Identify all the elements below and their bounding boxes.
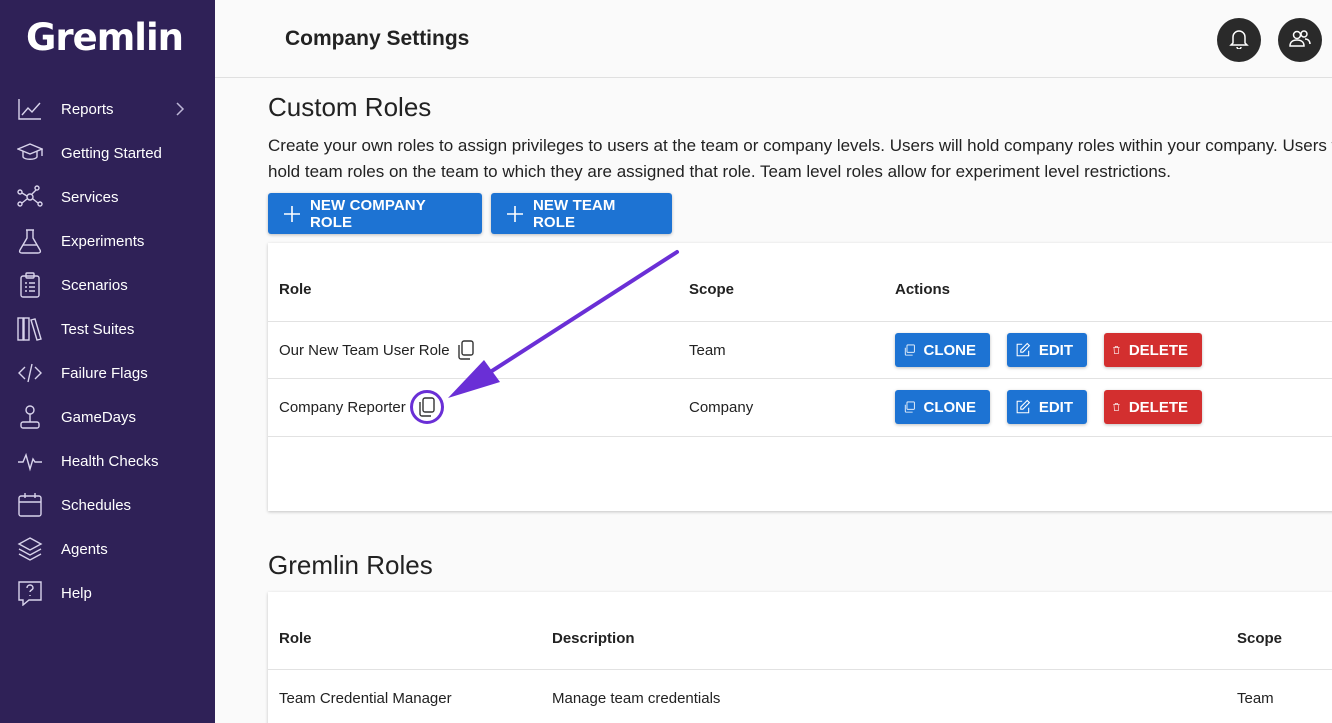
role-name: Company Reporter	[279, 399, 406, 416]
delete-label: DELETE	[1128, 341, 1188, 359]
sidebar-item-label: Agents	[61, 540, 108, 558]
user-account-button[interactable]	[1278, 18, 1322, 62]
sidebar-item-getting-started[interactable]: Getting Started	[0, 131, 215, 175]
code-icon	[16, 359, 44, 387]
custom-roles-description: Create your own roles to assign privileg…	[268, 136, 1332, 181]
custom-roles-title: Custom Roles	[268, 92, 432, 122]
clipboard-icon	[16, 271, 44, 299]
edit-icon	[1016, 342, 1031, 357]
page-title: Company Settings	[285, 27, 470, 50]
delete-button[interactable]: DELETE	[1104, 333, 1202, 367]
column-header-description: Description	[552, 630, 635, 647]
column-header-role: Role	[279, 630, 312, 647]
trash-icon	[1113, 346, 1120, 354]
divider	[268, 669, 1332, 670]
new-team-role-button[interactable]: NEW TEAM ROLE	[491, 193, 672, 234]
role-description: Manage team credentials	[552, 690, 721, 707]
clone-icon	[904, 401, 915, 413]
sidebar-item-label: Getting Started	[61, 144, 162, 162]
sidebar-item-label: Health Checks	[61, 452, 159, 470]
divider	[268, 378, 1332, 379]
bell-icon	[1228, 27, 1250, 54]
chevron-right-icon	[175, 101, 185, 117]
divider	[268, 436, 1332, 437]
clone-button[interactable]: CLONE	[895, 390, 990, 424]
gremlin-logo[interactable]: Gremlin	[26, 16, 184, 59]
clone-label: CLONE	[923, 341, 977, 359]
calendar-icon	[16, 491, 44, 519]
help-bubble-icon	[16, 579, 44, 607]
edit-label: EDIT	[1038, 398, 1073, 416]
edit-icon	[1016, 399, 1031, 414]
main-content: Custom Roles Create your own roles to as…	[215, 78, 1332, 723]
sidebar-item-schedules[interactable]: Schedules	[0, 483, 215, 527]
sidebar-item-failure-flags[interactable]: Failure Flags	[0, 351, 215, 395]
clone-icon	[904, 344, 915, 356]
graduation-cap-icon	[16, 139, 44, 167]
delete-button[interactable]: DELETE	[1104, 390, 1202, 424]
sidebar-item-label: Test Suites	[61, 320, 135, 338]
joystick-icon	[16, 403, 44, 431]
network-nodes-icon	[16, 183, 44, 211]
sidebar-item-agents[interactable]: Agents	[0, 527, 215, 571]
books-icon	[16, 315, 44, 343]
gremlin-roles-title: Gremlin Roles	[268, 550, 433, 580]
flask-icon	[16, 227, 44, 255]
new-team-role-label: NEW TEAM ROLE	[533, 196, 616, 231]
column-header-scope: Scope	[689, 281, 735, 298]
sidebar-item-label: Help	[61, 584, 92, 602]
pulse-icon	[16, 447, 44, 475]
edit-label: EDIT	[1038, 341, 1073, 359]
sidebar-item-label: Schedules	[61, 496, 132, 514]
custom-roles-table: Role Scope Actions Our New Team User Rol…	[268, 243, 1332, 511]
clone-label: CLONE	[923, 398, 977, 416]
sidebar-nav: Reports Getting Started Services Experim…	[0, 87, 215, 615]
column-header-scope: Scope	[1237, 630, 1283, 647]
new-company-role-label: NEW COMPANY ROLE	[310, 196, 426, 231]
role-scope: Team	[689, 342, 726, 359]
layers-icon	[16, 535, 44, 563]
sidebar-item-test-suites[interactable]: Test Suites	[0, 307, 215, 351]
sidebar-item-scenarios[interactable]: Scenarios	[0, 263, 215, 307]
clone-button[interactable]: CLONE	[895, 333, 990, 367]
sidebar-item-label: GameDays	[61, 408, 137, 426]
role-scope: Team	[1237, 690, 1274, 707]
sidebar-item-health-checks[interactable]: Health Checks	[0, 439, 215, 483]
role-name: Team Credential Manager	[279, 690, 452, 707]
new-company-role-button[interactable]: NEW COMPANY ROLE	[268, 193, 482, 234]
sidebar-item-label: Failure Flags	[61, 364, 148, 382]
sidebar-item-gamedays[interactable]: GameDays	[0, 395, 215, 439]
sidebar-item-label: Scenarios	[61, 276, 128, 294]
column-header-actions: Actions	[895, 281, 951, 298]
sidebar-item-label: Reports	[61, 100, 114, 118]
role-name: Our New Team User Role	[279, 342, 450, 359]
notifications-button[interactable]	[1217, 18, 1261, 62]
copy-icon[interactable]	[455, 339, 477, 361]
plus-icon	[282, 204, 302, 224]
annotation-highlight-circle	[410, 390, 444, 424]
users-icon	[1289, 27, 1311, 54]
column-header-role: Role	[279, 281, 312, 298]
sidebar-item-label: Services	[61, 188, 119, 206]
sidebar: Gremlin Reports Getting Started Services…	[0, 0, 215, 723]
sidebar-item-experiments[interactable]: Experiments	[0, 219, 215, 263]
trash-icon	[1113, 403, 1120, 411]
gremlin-roles-table: Role Description Scope Team Credential M…	[268, 592, 1332, 723]
delete-label: DELETE	[1128, 398, 1188, 416]
role-scope: Company	[689, 399, 754, 416]
edit-button[interactable]: EDIT	[1007, 390, 1087, 424]
sidebar-item-services[interactable]: Services	[0, 175, 215, 219]
sidebar-item-reports[interactable]: Reports	[0, 87, 215, 131]
divider	[268, 321, 1332, 322]
chart-line-icon	[16, 95, 44, 123]
edit-button[interactable]: EDIT	[1007, 333, 1087, 367]
top-header: Company Settings	[215, 0, 1332, 78]
sidebar-item-label: Experiments	[61, 232, 145, 250]
sidebar-item-help[interactable]: Help	[0, 571, 215, 615]
plus-icon	[505, 204, 525, 224]
